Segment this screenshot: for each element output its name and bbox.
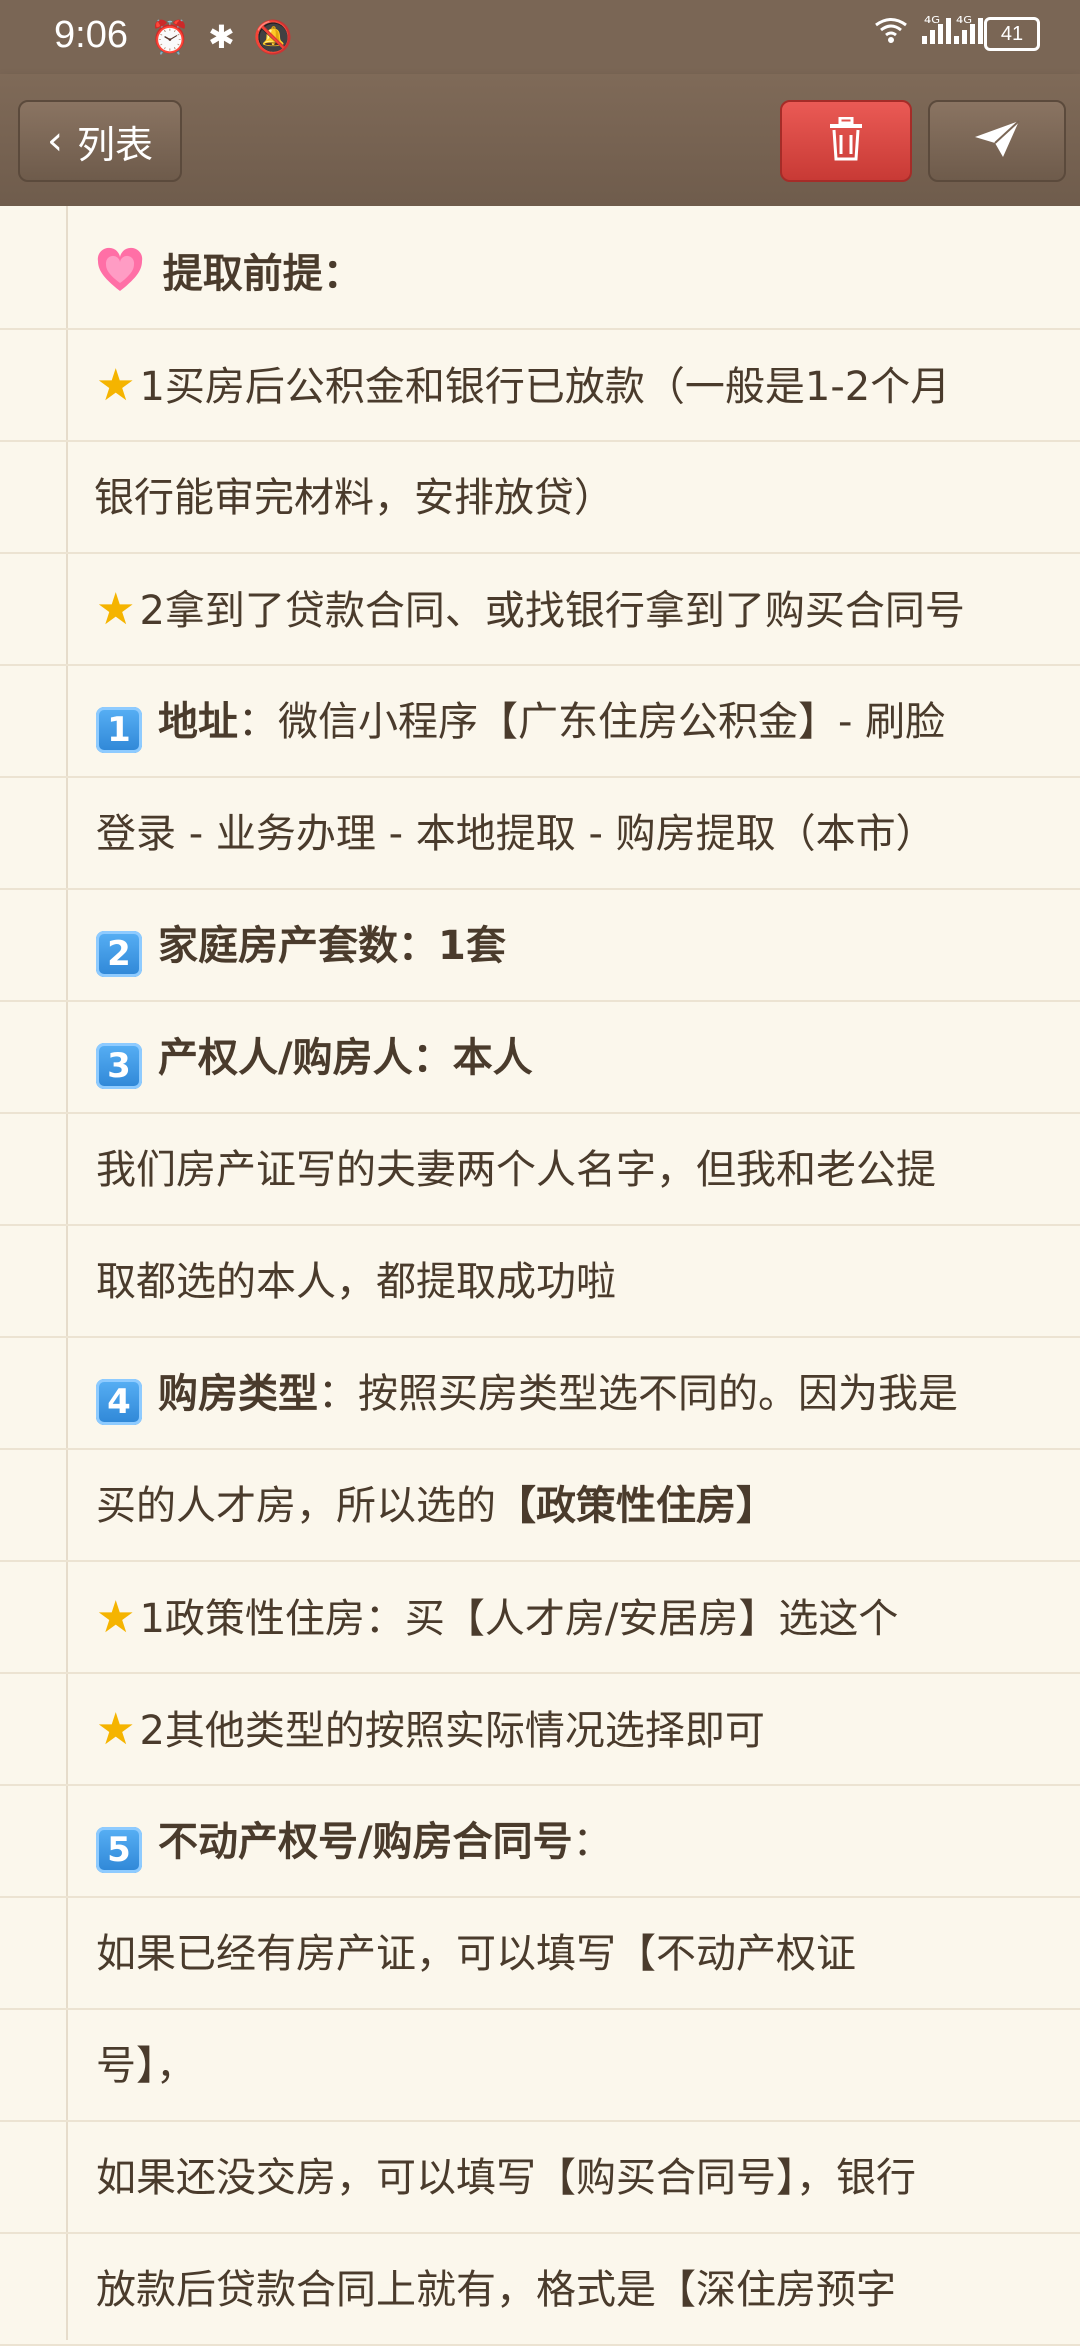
line-text: 如果还没交房，可以填写【购买合同号】，银行 [96,2155,916,2201]
wifi-icon [874,16,908,51]
keycap-3-icon: 3 [96,1043,142,1089]
star-icon: ★ [96,360,136,411]
note-line: 银行能审完材料，安排放贷） [0,442,1080,554]
note-line: 4 购房类型：按照买房类型选不同的。因为我是 [0,1338,1080,1450]
line-text: 如果已经有房产证，可以填写【不动产权证 [96,1931,856,1977]
status-time: 9:06 [54,14,128,56]
star-icon: ★ [96,584,136,635]
line-text: ： [572,1819,613,1865]
line-bold-text: 地址 [158,699,238,745]
note-line: 2 家庭房产套数：1套 [0,890,1080,1002]
note-line: 放款后贷款合同上就有，格式是【深住房预字 [0,2234,1080,2346]
note-body[interactable]: 提取前提： ★ 1买房后公积金和银行已放款（一般是1-2个月 银行能审完材料，安排… [0,218,1080,2346]
line-text: 号】， [96,2043,196,2089]
send-icon [973,119,1021,163]
heart-icon [96,226,144,291]
note-line: 如果还没交房，可以填写【购买合同号】，银行 [0,2122,1080,2234]
line-text: 1政策性住房：买【人才房/安居房】选这个 [139,1596,899,1642]
note-line: 1 地址：微信小程序【广东住房公积金】- 刷脸 [0,666,1080,778]
line-text: 2拿到了贷款合同、或找银行拿到了购买合同号 [139,588,965,634]
line-text: 放款后贷款合同上就有，格式是【深住房预字 [96,2267,896,2313]
status-right: ⁴ᴳ ⁴ᴳ 41 [874,13,1040,51]
keycap-5-icon: 5 [96,1827,142,1873]
note-line: 买的人才房，所以选的【政策性住房】 [0,1450,1080,1562]
note-line: 如果已经有房产证，可以填写【不动产权证 [0,1898,1080,2010]
note-line: ★ 2其他类型的按照实际情况选择即可 [0,1674,1080,1786]
note-line: ★ 2拿到了贷款合同、或找银行拿到了购买合同号 [0,554,1080,666]
note-line: 取都选的本人，都提取成功啦 [0,1226,1080,1338]
note-line: 我们房产证写的夫妻两个人名字，但我和老公提 [0,1114,1080,1226]
note-line: 5 不动产权号/购房合同号： [0,1786,1080,1898]
line-bold-text: 【政策性住房】 [496,1483,776,1529]
note-line: 登录 - 业务办理 - 本地提取 - 购房提取（本市） [0,778,1080,890]
line-bold-text: 家庭房产套数：1套 [158,923,506,969]
keycap-1-icon: 1 [96,707,142,753]
line-text: 2其他类型的按照实际情况选择即可 [139,1708,765,1754]
delete-button[interactable] [780,100,912,182]
heading-text: 提取前提： [162,251,363,297]
line-bold-text: 不动产权号/购房合同号 [158,1819,573,1865]
line-text: 买的人才房，所以选的 [96,1483,496,1529]
line-bold-text: 购房类型 [158,1371,318,1417]
line-text: 登录 - 业务办理 - 本地提取 - 购房提取（本市） [96,811,936,857]
status-left-icons: ⏰ ✱ 🔕 [150,18,297,56]
line-text: ：微信小程序【广东住房公积金】- 刷脸 [238,699,946,745]
line-text: 我们房产证写的夫妻两个人名字，但我和老公提 [96,1147,936,1193]
back-to-list-button[interactable]: ‹ 列表 [18,100,182,182]
note-line: ★ 1政策性住房：买【人才房/安居房】选这个 [0,1562,1080,1674]
keycap-2-icon: 2 [96,931,142,977]
trash-icon [826,116,866,165]
back-button-label: 列表 [76,122,153,167]
note-line: 提取前提： [0,218,1080,330]
star-icon: ★ [96,1592,136,1643]
line-text: 银行能审完材料，安排放贷） [94,475,614,521]
line-text: 1买房后公积金和银行已放款（一般是1-2个月 [139,364,951,410]
battery-icon: 41 [984,16,1040,51]
line-text: ：按照买房类型选不同的。因为我是 [318,1371,958,1417]
status-bar: 9:06 ⏰ ✱ 🔕 ⁴ᴳ ⁴ᴳ 41 [0,0,1080,74]
network-label-2: ⁴ᴳ [956,13,972,34]
chevron-left-icon: ‹ [46,118,63,164]
line-bold-text: 产权人/购房人：本人 [158,1035,533,1081]
note-line: 3 产权人/购房人：本人 [0,1002,1080,1114]
note-line: ★ 1买房后公积金和银行已放款（一般是1-2个月 [0,330,1080,442]
note-line: 号】， [0,2010,1080,2122]
star-icon: ★ [96,1704,136,1755]
send-button[interactable] [928,100,1066,182]
line-text: 取都选的本人，都提取成功啦 [96,1259,616,1305]
top-toolbar: ‹ 列表 [0,74,1080,206]
network-label-1: ⁴ᴳ [924,13,940,34]
keycap-4-icon: 4 [96,1379,142,1425]
